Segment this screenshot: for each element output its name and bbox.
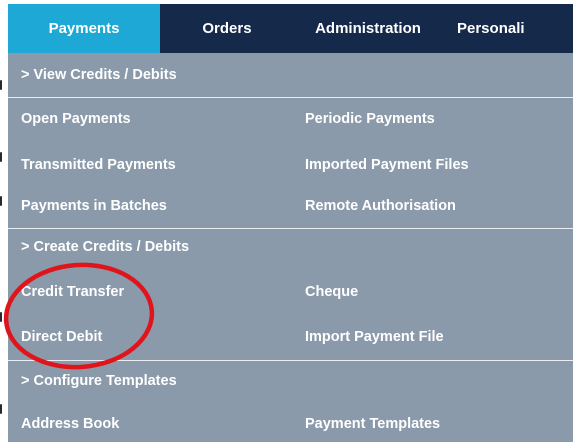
- menu-item-transmitted-payments[interactable]: Transmitted Payments: [21, 143, 176, 187]
- tab-administration[interactable]: Administration: [294, 4, 442, 53]
- menu-item-address-book[interactable]: Address Book: [21, 402, 119, 442]
- section-header-view-credits-debits[interactable]: > View Credits / Debits: [8, 53, 573, 97]
- screenshot: Payments Orders Administration Personali…: [0, 0, 573, 442]
- payments-dropdown-menu: > View Credits / Debits Open Payments Pe…: [8, 53, 573, 442]
- edge-mark: [0, 404, 2, 414]
- menu-item-imported-payment-files[interactable]: Imported Payment Files: [305, 143, 469, 187]
- menu-item-remote-authorisation[interactable]: Remote Authorisation: [305, 184, 456, 228]
- section-header-configure-templates[interactable]: > Configure Templates: [8, 359, 573, 403]
- menu-item-direct-debit[interactable]: Direct Debit: [21, 315, 102, 359]
- tab-orders[interactable]: Orders: [160, 4, 294, 53]
- menu-item-import-payment-file[interactable]: Import Payment File: [305, 315, 444, 359]
- menu-row: Open Payments Periodic Payments: [8, 97, 573, 141]
- tab-personalisation[interactable]: Personali: [442, 4, 573, 53]
- menu-item-payment-templates[interactable]: Payment Templates: [305, 402, 440, 442]
- menu-item-payments-in-batches[interactable]: Payments in Batches: [21, 184, 167, 228]
- left-page-edge: [0, 0, 8, 442]
- menu-row: Payments in Batches Remote Authorisation: [8, 184, 573, 228]
- top-navigation-bar: Payments Orders Administration Personali: [8, 4, 573, 53]
- edge-mark: [0, 196, 2, 206]
- menu-item-cheque[interactable]: Cheque: [305, 270, 358, 314]
- menu-row: Direct Debit Import Payment File: [8, 315, 573, 359]
- section-header-create-credits-debits[interactable]: > Create Credits / Debits: [8, 225, 573, 269]
- tab-payments[interactable]: Payments: [8, 4, 160, 53]
- menu-row: Transmitted Payments Imported Payment Fi…: [8, 143, 573, 187]
- edge-mark: [0, 80, 2, 90]
- menu-row: Address Book Payment Templates: [8, 402, 573, 442]
- menu-row: Credit Transfer Cheque: [8, 270, 573, 314]
- edge-mark: [0, 312, 2, 322]
- edge-mark: [0, 152, 2, 162]
- menu-item-credit-transfer[interactable]: Credit Transfer: [21, 270, 124, 314]
- menu-item-periodic-payments[interactable]: Periodic Payments: [305, 97, 435, 141]
- menu-item-open-payments[interactable]: Open Payments: [21, 97, 131, 141]
